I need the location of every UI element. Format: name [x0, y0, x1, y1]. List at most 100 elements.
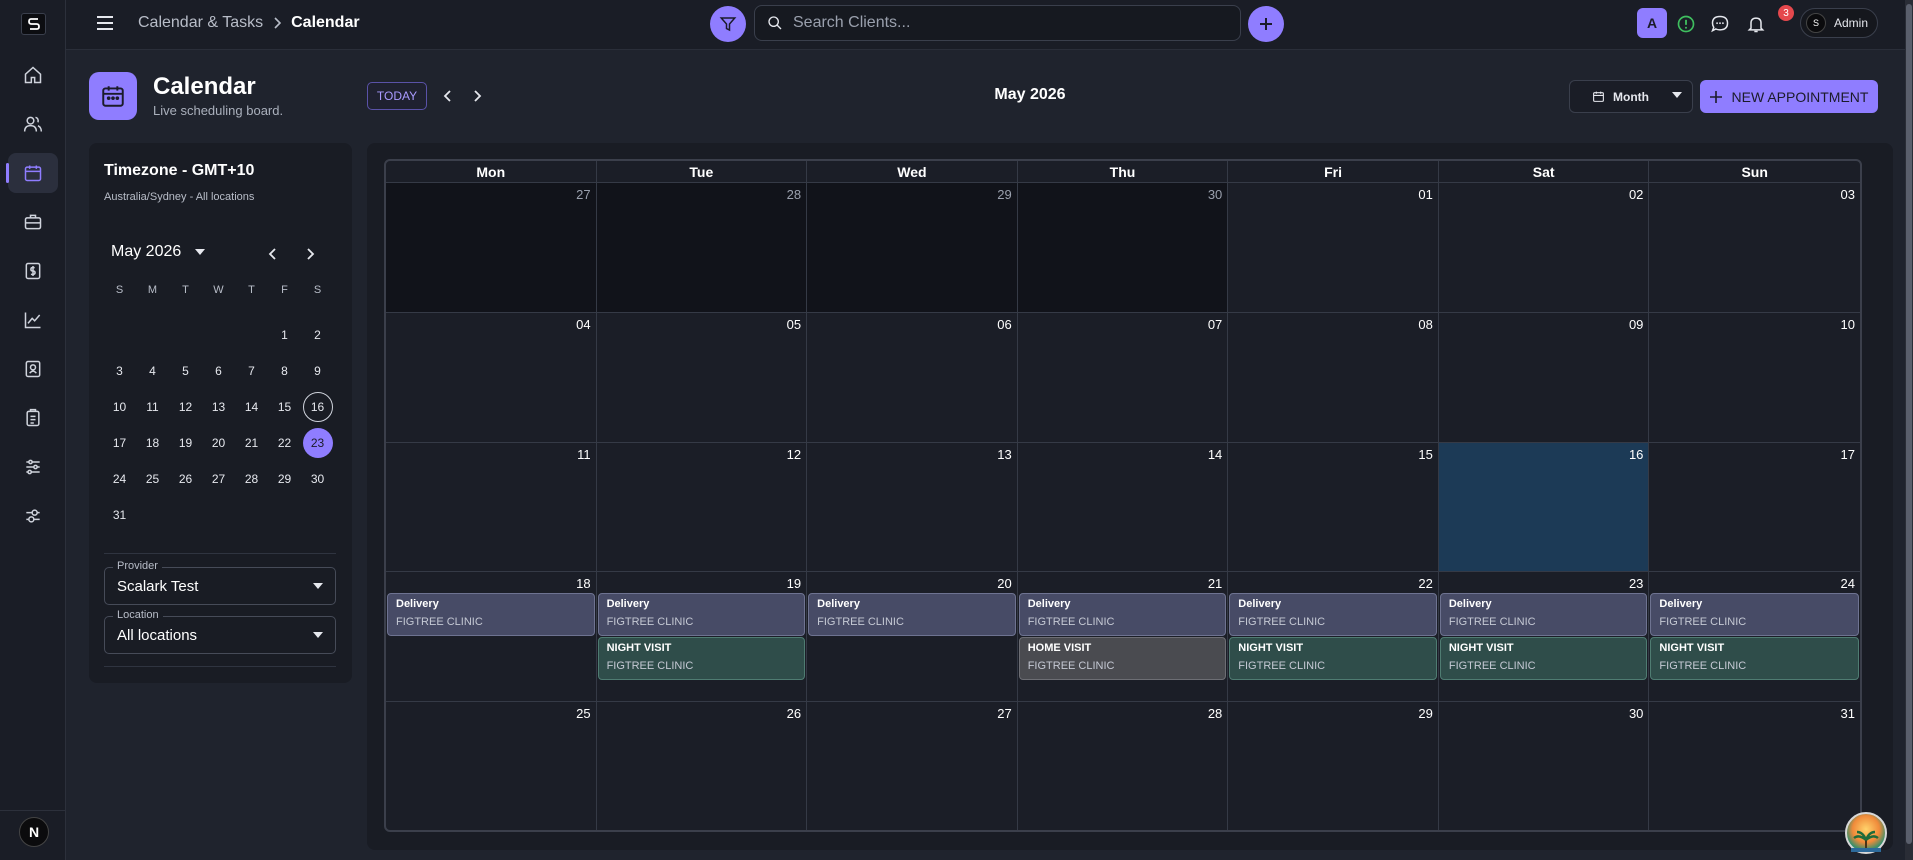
day-cell[interactable]: 17 — [1649, 443, 1860, 573]
mini-day[interactable]: 28 — [235, 461, 268, 497]
day-cell[interactable]: 11 — [386, 442, 597, 573]
mini-day[interactable]: 22 — [268, 425, 301, 461]
mini-day[interactable]: 6 — [202, 353, 235, 389]
appointment-delivery[interactable]: Delivery FIGTREE CLINIC — [387, 593, 595, 637]
mini-day[interactable]: 5 — [169, 353, 202, 389]
appointment-delivery[interactable]: Delivery FIGTREE CLINIC — [808, 593, 1016, 637]
day-cell[interactable]: 19 Delivery FIGTREE CLINIC NIGHT VISIT FIGTR… — [596, 572, 808, 703]
appointment-delivery[interactable]: Delivery FIGTREE CLINIC — [1229, 593, 1437, 637]
appointment-delivery[interactable]: Delivery FIGTREE CLINIC — [1650, 593, 1859, 637]
invoice-icon[interactable] — [8, 251, 58, 291]
appointment-night[interactable]: NIGHT VISIT FIGTREE CLINIC — [1650, 637, 1859, 681]
mini-next-button[interactable] — [300, 244, 320, 264]
assistant-avatar[interactable] — [1845, 812, 1887, 854]
appointment-home[interactable]: HOME VISIT FIGTREE CLINIC — [1018, 637, 1227, 681]
clipboard-icon[interactable] — [8, 398, 58, 438]
prev-month-button[interactable] — [438, 86, 458, 106]
app-logo[interactable] — [21, 13, 46, 35]
mini-day[interactable]: 13 — [202, 389, 235, 425]
day-cell[interactable]: 04 — [386, 312, 597, 443]
settings-icon[interactable] — [8, 496, 58, 536]
contacts-icon[interactable] — [8, 349, 58, 389]
chart-icon[interactable] — [8, 300, 58, 340]
day-cell[interactable]: 12 — [596, 442, 808, 573]
day-cell[interactable]: 28 — [596, 183, 808, 313]
day-cell[interactable]: 06 — [807, 312, 1018, 443]
mini-day[interactable]: 14 — [235, 389, 268, 425]
mini-day[interactable]: 12 — [169, 389, 202, 425]
mini-day[interactable]: 26 — [169, 461, 202, 497]
admin-menu-button[interactable]: S Admin — [1800, 8, 1878, 38]
user-avatar[interactable]: N — [19, 817, 49, 847]
mini-day[interactable]: 2 — [301, 317, 334, 353]
home-icon[interactable] — [8, 55, 58, 95]
mini-day[interactable]: 19 — [169, 425, 202, 461]
scrollbar[interactable] — [1905, 0, 1913, 860]
day-cell[interactable]: 24 Delivery FIGTREE CLINIC NIGHT VISIT FIGTR… — [1649, 572, 1860, 703]
location-select[interactable]: Location All locations — [104, 609, 336, 654]
day-cell[interactable]: 01 — [1228, 183, 1439, 313]
breadcrumb-parent[interactable]: Calendar & Tasks — [138, 14, 263, 32]
appointment-delivery[interactable]: Delivery FIGTREE CLINIC — [1018, 593, 1227, 637]
mini-day[interactable]: 9 — [301, 353, 334, 389]
quick-add-button[interactable] — [1248, 6, 1284, 42]
day-cell[interactable]: 03 — [1649, 183, 1860, 313]
day-cell[interactable]: 23 Delivery FIGTREE CLINIC NIGHT VISIT FIGTR… — [1438, 572, 1650, 703]
mini-day[interactable]: 21 — [235, 425, 268, 461]
bell-icon[interactable] — [1744, 12, 1768, 36]
day-cell[interactable]: 05 — [596, 312, 808, 443]
chat-icon[interactable] — [1708, 12, 1732, 36]
day-cell[interactable]: 07 — [1017, 312, 1229, 443]
view-select[interactable]: Month — [1569, 80, 1693, 113]
status-icon[interactable] — [1674, 12, 1698, 36]
day-cell[interactable]: 26 — [597, 702, 808, 830]
day-cell[interactable]: 16 — [1438, 442, 1650, 573]
search-box[interactable] — [754, 5, 1241, 41]
next-month-button[interactable] — [467, 86, 487, 106]
mini-day[interactable]: 4 — [136, 353, 169, 389]
calendar-icon[interactable] — [6, 153, 58, 193]
day-cell[interactable]: 21 Delivery FIGTREE CLINIC HOME VISIT FIGTRE… — [1017, 572, 1229, 703]
mini-day[interactable]: 31 — [103, 497, 136, 533]
mini-day[interactable]: 11 — [136, 389, 169, 425]
mini-day[interactable]: 25 — [136, 461, 169, 497]
appointment-delivery[interactable]: Delivery FIGTREE CLINIC — [1439, 593, 1648, 637]
day-cell[interactable]: 31 — [1649, 702, 1860, 830]
day-cell[interactable]: 20 Delivery FIGTREE CLINIC — [807, 572, 1018, 703]
day-cell[interactable]: 30 — [1439, 702, 1650, 830]
day-cell[interactable]: 22 Delivery FIGTREE CLINIC NIGHT VISIT FIGTR… — [1228, 572, 1439, 703]
mini-day[interactable]: 24 — [103, 461, 136, 497]
day-cell[interactable]: 18 Delivery FIGTREE CLINIC — [386, 572, 597, 703]
search-input[interactable] — [793, 14, 1240, 32]
users-icon[interactable] — [8, 104, 58, 144]
mini-day[interactable]: 15 — [268, 389, 301, 425]
scrollbar-thumb[interactable] — [1906, 4, 1912, 844]
briefcase-icon[interactable] — [8, 202, 58, 242]
provider-select[interactable]: Provider Scalark Test — [104, 560, 336, 605]
mini-day[interactable]: 10 — [103, 389, 136, 425]
new-appointment-button[interactable]: NEW APPOINTMENT — [1700, 80, 1878, 113]
mini-day[interactable]: 30 — [301, 461, 334, 497]
day-cell[interactable]: 25 — [386, 702, 597, 830]
mini-day[interactable]: 7 — [235, 353, 268, 389]
day-cell[interactable]: 14 — [1017, 442, 1229, 573]
day-cell[interactable]: 08 — [1228, 312, 1439, 443]
mini-day[interactable]: 17 — [103, 425, 136, 461]
today-button[interactable]: TODAY — [367, 82, 427, 110]
mini-day[interactable]: 27 — [202, 461, 235, 497]
appointment-night[interactable]: NIGHT VISIT FIGTREE CLINIC — [1229, 637, 1437, 681]
appointment-night[interactable]: NIGHT VISIT FIGTREE CLINIC — [1439, 637, 1648, 681]
sliders-icon[interactable] — [8, 447, 58, 487]
day-cell[interactable]: 30 — [1017, 183, 1229, 313]
day-cell[interactable]: 09 — [1438, 312, 1650, 443]
mini-prev-button[interactable] — [263, 244, 283, 264]
day-cell[interactable]: 29 — [1228, 702, 1439, 830]
day-cell[interactable]: 02 — [1438, 183, 1650, 313]
appointment-night[interactable]: NIGHT VISIT FIGTREE CLINIC — [597, 637, 806, 681]
day-cell[interactable]: 10 — [1649, 313, 1860, 443]
account-avatar[interactable]: A — [1637, 8, 1667, 38]
mini-day[interactable]: 23 — [301, 425, 334, 461]
mini-day[interactable]: 8 — [268, 353, 301, 389]
day-cell[interactable]: 27 — [807, 702, 1018, 830]
day-cell[interactable]: 28 — [1018, 702, 1229, 830]
